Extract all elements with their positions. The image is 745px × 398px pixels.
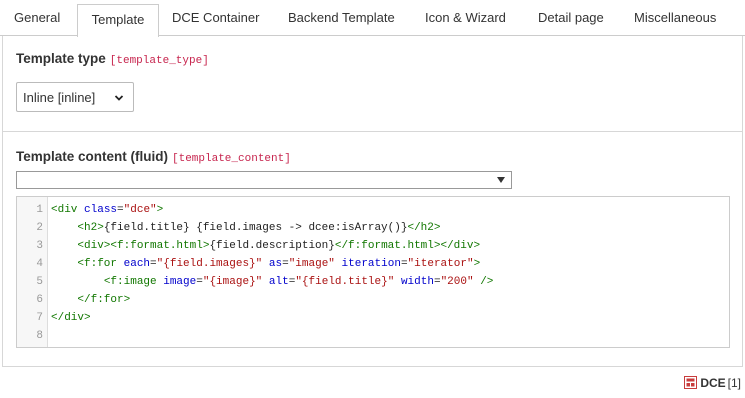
dropdown-arrow-icon xyxy=(497,177,505,183)
template-type-select[interactable]: Inline [inline] xyxy=(16,82,134,112)
tab-panel: Template type [template_type] Inline [inl… xyxy=(2,36,743,367)
record-info: DCE [1] xyxy=(684,374,741,390)
snippet-select[interactable] xyxy=(16,171,512,189)
code-token: alt xyxy=(268,276,289,288)
template-content-label: Template content (fluid) [template_conten… xyxy=(16,149,291,165)
section-divider xyxy=(3,131,742,132)
code-line: <div><f:format.html>{field.description}<… xyxy=(51,240,480,252)
template-type-label-text: Template type xyxy=(16,51,106,66)
line-number: 3 xyxy=(36,240,43,252)
tab-general[interactable]: General xyxy=(14,0,60,35)
tab-miscellaneous[interactable]: Miscellaneous xyxy=(634,0,716,35)
line-number: 1 xyxy=(36,204,43,216)
code-token: > xyxy=(156,204,164,216)
code-line: <f:image image="{image}" alt="{field.tit… xyxy=(51,276,494,288)
code-line: </div> xyxy=(51,312,91,324)
code-token: <div><f:format.html> xyxy=(77,240,210,252)
line-number: 4 xyxy=(36,258,43,270)
code-token: iteration xyxy=(341,258,401,270)
tab-detail-page[interactable]: Detail page xyxy=(538,0,604,35)
code-token: /> xyxy=(480,276,494,288)
code-line: <div class="dce"> xyxy=(51,204,163,216)
code-line: <h2>{field.title} {field.images -> dcee:… xyxy=(51,222,440,234)
code-token: = xyxy=(117,204,124,216)
code-token: <h2> xyxy=(77,222,104,234)
chevron-down-icon xyxy=(114,95,124,101)
code-token: "{image}" xyxy=(202,276,263,288)
template-type-selected-value: Inline [inline] xyxy=(23,90,96,105)
code-token: = xyxy=(196,276,203,288)
record-count: [1] xyxy=(727,375,741,390)
line-number: 2 xyxy=(36,222,43,234)
line-number: 5 xyxy=(36,276,43,288)
record-type-name: DCE xyxy=(700,375,726,390)
code-token: = xyxy=(282,258,289,270)
code-token: "iterator" xyxy=(407,258,474,270)
code-token: = xyxy=(400,258,408,270)
code-token: "{field.images}" xyxy=(156,258,263,270)
line-number: 6 xyxy=(36,294,43,306)
code-token: "image" xyxy=(288,258,335,270)
code-line: <f:for each="{field.images}" as="image" … xyxy=(51,258,480,270)
code-token: > xyxy=(473,258,481,270)
code-token: <f:for xyxy=(77,258,124,270)
line-number: 7 xyxy=(36,312,43,324)
code-token: </f:format.html></div> xyxy=(334,240,481,252)
code-editor[interactable]: 12345678 <div class="dce"> <h2>{field.ti… xyxy=(16,196,730,348)
code-token: <div xyxy=(51,204,85,216)
code-token: </div> xyxy=(51,312,91,324)
tab-template[interactable]: Template xyxy=(77,4,159,37)
template-content-label-text: Template content (fluid) xyxy=(16,149,168,164)
template-type-field-name: [template_type] xyxy=(109,55,209,67)
code-token: </f:for> xyxy=(77,294,131,306)
code-token: each xyxy=(123,258,151,270)
code-token: width xyxy=(400,276,434,288)
tab-backend-template[interactable]: Backend Template xyxy=(288,0,395,35)
template-type-label: Template type [template_type] xyxy=(16,51,209,67)
line-number: 8 xyxy=(36,330,43,342)
code-token: "{field.title}" xyxy=(295,276,395,288)
template-content-field-name: [template_content] xyxy=(172,153,291,165)
code-token: </h2> xyxy=(407,222,441,234)
code-token: as xyxy=(268,258,283,270)
code-token: = xyxy=(150,258,157,270)
tab-dce-container[interactable]: DCE Container xyxy=(172,0,259,35)
dce-record-icon xyxy=(684,376,698,390)
line-number-gutter: 1 2 3 4 5 6 7 8 xyxy=(17,197,48,347)
code-line: </f:for> xyxy=(51,294,130,306)
code-token: {field.description} xyxy=(209,240,335,252)
code-token: "dce" xyxy=(123,204,157,216)
code-token: "200" xyxy=(440,276,474,288)
code-token: {field.title} {field.images -> dcee:isAr… xyxy=(103,222,408,234)
tab-icon-wizard[interactable]: Icon & Wizard xyxy=(425,0,506,35)
code-token: class xyxy=(84,204,118,216)
code-token: image xyxy=(163,276,197,288)
tab-bar: General Template DCE Container Backend T… xyxy=(0,0,745,37)
code-token: = xyxy=(433,276,441,288)
code-token: <f:image xyxy=(103,276,164,288)
